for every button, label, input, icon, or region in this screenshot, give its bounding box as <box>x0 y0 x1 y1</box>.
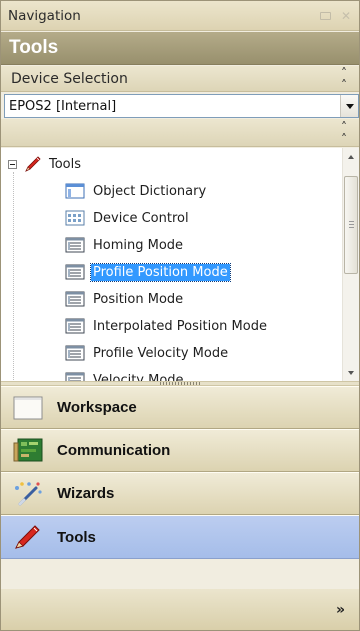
collapse-icon[interactable]: ˄ ˄ <box>341 121 347 145</box>
nav-button-wizards[interactable]: Wizards <box>1 472 359 515</box>
tree-root-label: Tools <box>49 156 82 172</box>
tree-item-device-control[interactable]: Device Control <box>65 207 191 229</box>
tree-item-object-dictionary[interactable]: Object Dictionary <box>65 180 208 202</box>
nav-button-workspace[interactable]: Workspace <box>1 386 359 429</box>
workspace-icon <box>13 396 43 419</box>
navigation-title: Navigation <box>8 7 81 24</box>
pin-icon[interactable] <box>319 11 331 20</box>
tree-item-label: Profile Position Mode <box>90 262 231 282</box>
nav-button-label: Workspace <box>57 399 137 416</box>
mode-window-icon <box>65 345 85 361</box>
scroll-down-icon[interactable] <box>343 364 359 381</box>
nav-button-label: Wizards <box>57 485 115 502</box>
tree-item-velocity-mode[interactable]: Velocity Mode <box>65 369 186 381</box>
dropdown-arrow-icon[interactable] <box>340 95 358 117</box>
tree-item-label: Profile Velocity Mode <box>93 345 229 361</box>
section-title: Tools <box>1 32 359 65</box>
mode-window-icon <box>65 237 85 253</box>
tree-item-profile-position-mode[interactable]: Profile Position Mode <box>65 261 231 283</box>
nav-button-communication[interactable]: Communication <box>1 429 359 472</box>
nav-button-label: Tools <box>57 528 96 546</box>
tree-item-label: Device Control <box>93 210 189 226</box>
tree-scrollbar[interactable] <box>342 148 359 381</box>
navigation-header: Navigation ✕ <box>1 1 359 31</box>
nav-button-label: Communication <box>57 442 171 459</box>
tree-item-label: Position Mode <box>93 291 184 307</box>
tree-item-label: Object Dictionary <box>93 183 207 199</box>
section-title-label: Tools <box>9 37 59 58</box>
device-selection-header[interactable]: Device Selection ˄ ˄ <box>1 66 359 92</box>
close-icon[interactable]: ✕ <box>341 9 351 23</box>
scrollbar-thumb[interactable] <box>344 176 358 274</box>
nav-button-tools[interactable]: Tools <box>1 515 359 559</box>
device-selection-label: Device Selection <box>11 70 128 87</box>
collapse-node-icon[interactable] <box>8 159 17 169</box>
tree-section-header[interactable]: ˄ ˄ <box>1 119 359 147</box>
mode-window-icon <box>65 372 85 381</box>
tree-root-tools[interactable]: Tools <box>8 154 81 174</box>
device-select-value: EPOS2 [Internal] <box>9 98 117 114</box>
navigation-panel: Navigation ✕ Tools Device Selection ˄ ˄ E… <box>0 0 360 631</box>
communication-icon <box>13 438 43 461</box>
pen-icon <box>25 156 41 172</box>
tree-item-label: Velocity Mode <box>93 372 184 382</box>
tree-item-profile-velocity-mode[interactable]: Profile Velocity Mode <box>65 342 230 364</box>
mode-window-icon <box>65 318 85 334</box>
mode-window-icon <box>65 264 85 280</box>
object-dictionary-icon <box>65 183 85 199</box>
splitter-grip-icon[interactable] <box>160 382 200 385</box>
tools-tree[interactable]: Tools Object Dictionary Device Control H… <box>1 148 359 381</box>
device-control-icon <box>65 210 85 226</box>
tree-item-interpolated-position-mode[interactable]: Interpolated Position Mode <box>65 315 269 337</box>
wizards-icon <box>15 481 42 505</box>
tree-item-label: Interpolated Position Mode <box>93 318 267 334</box>
more-buttons-icon[interactable]: » <box>336 603 345 617</box>
collapse-icon[interactable]: ˄ ˄ <box>341 67 347 91</box>
panel-controls: ✕ <box>317 8 351 24</box>
tools-icon <box>15 525 40 549</box>
tree-item-label: Homing Mode <box>93 237 184 253</box>
scroll-up-icon[interactable] <box>343 148 359 165</box>
tree-item-homing-mode[interactable]: Homing Mode <box>65 234 185 256</box>
mode-window-icon <box>65 291 85 307</box>
overflow-strip: » <box>1 589 359 630</box>
tree-item-position-mode[interactable]: Position Mode <box>65 288 185 310</box>
device-select[interactable]: EPOS2 [Internal] <box>4 94 359 118</box>
